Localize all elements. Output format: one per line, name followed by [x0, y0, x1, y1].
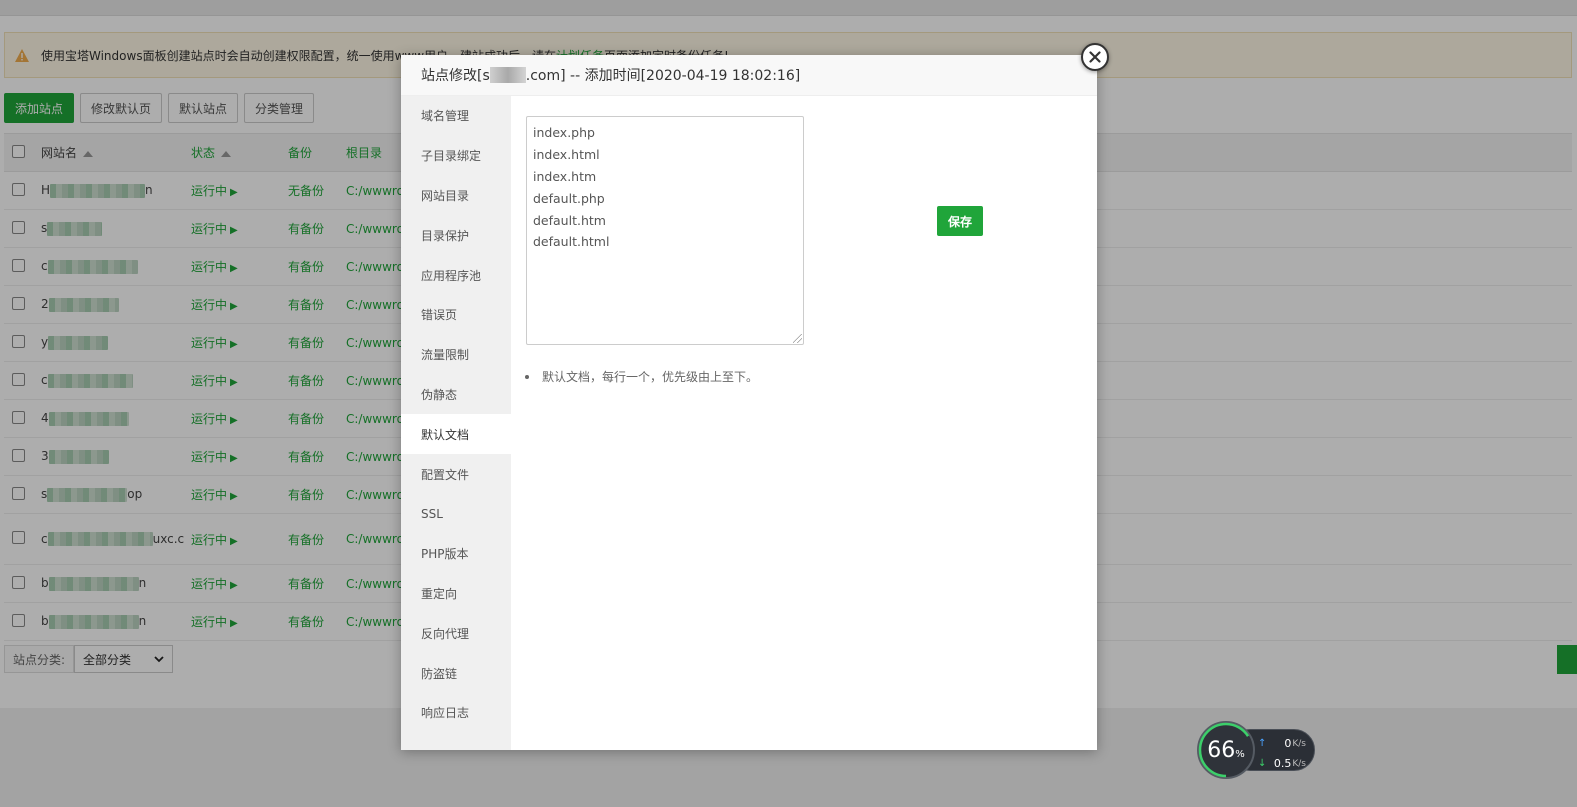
help-tip-text: 默认文档，每行一个，优先级由上至下。	[542, 370, 759, 384]
redacted-mask	[489, 67, 526, 83]
help-tip: 默认文档，每行一个，优先级由上至下。	[525, 368, 758, 385]
nav-item-11[interactable]: PHP版本	[401, 534, 511, 574]
gauge-ring-icon	[1198, 722, 1254, 778]
nav-item-10[interactable]: SSL	[401, 494, 511, 534]
nav-item-2[interactable]: 网站目录	[401, 176, 511, 216]
default-document-panel: index.php index.html index.htm default.php d…	[511, 96, 1097, 750]
nav-item-13[interactable]: 反向代理	[401, 613, 511, 653]
document-line: default.htm	[533, 212, 606, 228]
download-speed: 0.5 K/s	[1273, 757, 1306, 770]
cpu-usage-gauge: 66%	[1197, 721, 1255, 779]
nav-item-8[interactable]: 默认文档	[401, 414, 511, 455]
nav-item-9[interactable]: 配置文件	[401, 454, 511, 494]
nav-item-15[interactable]: 响应日志	[401, 693, 511, 733]
document-line: default.php	[533, 190, 605, 206]
save-button[interactable]: 保存	[937, 206, 983, 236]
close-icon	[1089, 51, 1101, 63]
default-document-textarea[interactable]: index.php index.html index.htm default.php d…	[526, 116, 804, 345]
network-speed-widget[interactable]: ↑ 0 K/s ↓ 0.5 K/s 66%	[1197, 721, 1315, 779]
nav-item-0[interactable]: 域名管理	[401, 96, 511, 136]
nav-item-6[interactable]: 流量限制	[401, 335, 511, 375]
nav-item-1[interactable]: 子目录绑定	[401, 136, 511, 176]
nav-item-3[interactable]: 目录保护	[401, 215, 511, 255]
dialog-title: 站点修改[s .com] -- 添加时间[2020-04-19 18:02:16]	[401, 55, 1097, 96]
upload-speed: 0 K/s	[1284, 737, 1306, 750]
document-line: default.html	[533, 234, 610, 250]
resize-handle-icon[interactable]	[793, 334, 802, 343]
arrow-up-icon: ↑	[1258, 738, 1267, 749]
nav-item-4[interactable]: 应用程序池	[401, 255, 511, 295]
document-line: index.htm	[533, 168, 597, 184]
document-line: index.html	[533, 146, 600, 162]
dialog-side-nav: 域名管理 子目录绑定 网站目录 目录保护 应用程序池 错误页 流量限制 伪静态 默认文档 配置文件…	[401, 96, 511, 750]
document-line: index.php	[533, 125, 595, 140]
close-dialog-button[interactable]	[1081, 43, 1109, 71]
arrow-down-icon: ↓	[1258, 758, 1267, 769]
nav-item-7[interactable]: 伪静态	[401, 375, 511, 415]
dialog-body: 域名管理 子目录绑定 网站目录 目录保护 应用程序池 错误页 流量限制 伪静态 默认文档 配置文件…	[401, 96, 1097, 750]
site-modify-dialog: 站点修改[s .com] -- 添加时间[2020-04-19 18:02:16]…	[401, 55, 1097, 750]
bullet-icon	[525, 374, 529, 379]
nav-item-5[interactable]: 错误页	[401, 295, 511, 335]
nav-item-12[interactable]: 重定向	[401, 574, 511, 614]
nav-item-14[interactable]: 防盗链	[401, 653, 511, 693]
